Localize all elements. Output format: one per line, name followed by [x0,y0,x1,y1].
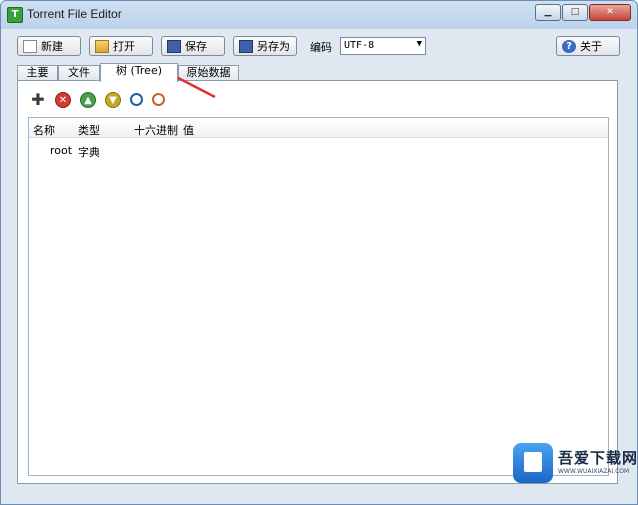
close-button[interactable]: ✕ [589,4,631,21]
column-header-name[interactable]: 名称 [33,122,55,138]
title-bar[interactable]: T Torrent File Editor ▁ □ ✕ [1,1,637,29]
column-header-value[interactable]: 值 [183,122,194,138]
tab-main[interactable]: 主要 [17,65,58,81]
open-button-label: 打开 [113,40,135,53]
encoding-select[interactable]: UTF-8 ▼ [340,37,426,55]
column-header-hex[interactable]: 十六进制 [134,122,178,138]
save-as-disk-icon [239,39,253,53]
search-icon[interactable] [130,93,143,106]
open-button[interactable]: 打开 [89,36,153,56]
main-window: T Torrent File Editor ▁ □ ✕ 新建 打开 保存 另存为… [0,0,638,505]
move-down-icon[interactable]: ▼ [105,92,121,108]
window-title: Torrent File Editor [27,7,122,21]
tree-cell-name: root [50,144,73,157]
site-watermark: 吾爱下载网 WWW.WUAIXIAZAI.COM [513,443,638,485]
save-disk-icon [167,39,181,53]
help-icon: ? [562,39,576,53]
move-up-icon[interactable]: ▲ [80,92,96,108]
tab-tree[interactable]: 树 (Tree) [100,63,178,82]
folder-open-icon [95,39,109,53]
window-controls: ▁ □ ✕ [535,4,631,21]
tree-view[interactable]: 名称 类型 十六进制 值 root 字典 [28,117,609,476]
save-as-button-label: 另存为 [257,40,290,53]
save-as-button[interactable]: 另存为 [233,36,297,56]
new-button[interactable]: 新建 [17,36,81,56]
column-header-type[interactable]: 类型 [78,122,100,138]
save-button[interactable]: 保存 [161,36,225,56]
tree-header: 名称 类型 十六进制 值 [29,118,608,138]
watermark-title: 吾爱下载网 [558,449,638,467]
encoding-label: 编码 [310,41,332,54]
add-icon[interactable]: ✚ [30,92,46,108]
tree-cell-type: 字典 [78,146,100,159]
watermark-subtitle: WWW.WUAIXIAZAI.COM [558,468,630,475]
app-icon: T [7,7,23,23]
about-button-label: 关于 [580,40,602,53]
tab-raw-data[interactable]: 原始数据 [178,65,239,81]
encoding-value: UTF-8 [344,40,375,51]
main-toolbar: 新建 打开 保存 另存为 编码 UTF-8 ▼ ? 关于 [13,36,623,60]
watermark-cube-icon [524,452,542,472]
tree-tab-panel: ✚ ✕ ▲ ▼ 名称 类型 十六进制 值 root 字典 [17,80,618,484]
minimize-button[interactable]: ▁ [535,4,561,21]
new-file-icon [23,39,37,53]
about-button[interactable]: ? 关于 [556,36,620,56]
tree-row[interactable]: root 字典 [29,144,608,160]
tab-files[interactable]: 文件 [58,65,100,81]
maximize-button[interactable]: □ [562,4,588,21]
new-button-label: 新建 [41,40,63,53]
watermark-logo [513,443,553,483]
dropdown-arrow-icon: ▼ [416,39,422,49]
tree-toolbar: ✚ ✕ ▲ ▼ [30,92,165,108]
save-button-label: 保存 [185,40,207,53]
delete-icon[interactable]: ✕ [55,92,71,108]
search-next-icon[interactable] [152,93,165,106]
